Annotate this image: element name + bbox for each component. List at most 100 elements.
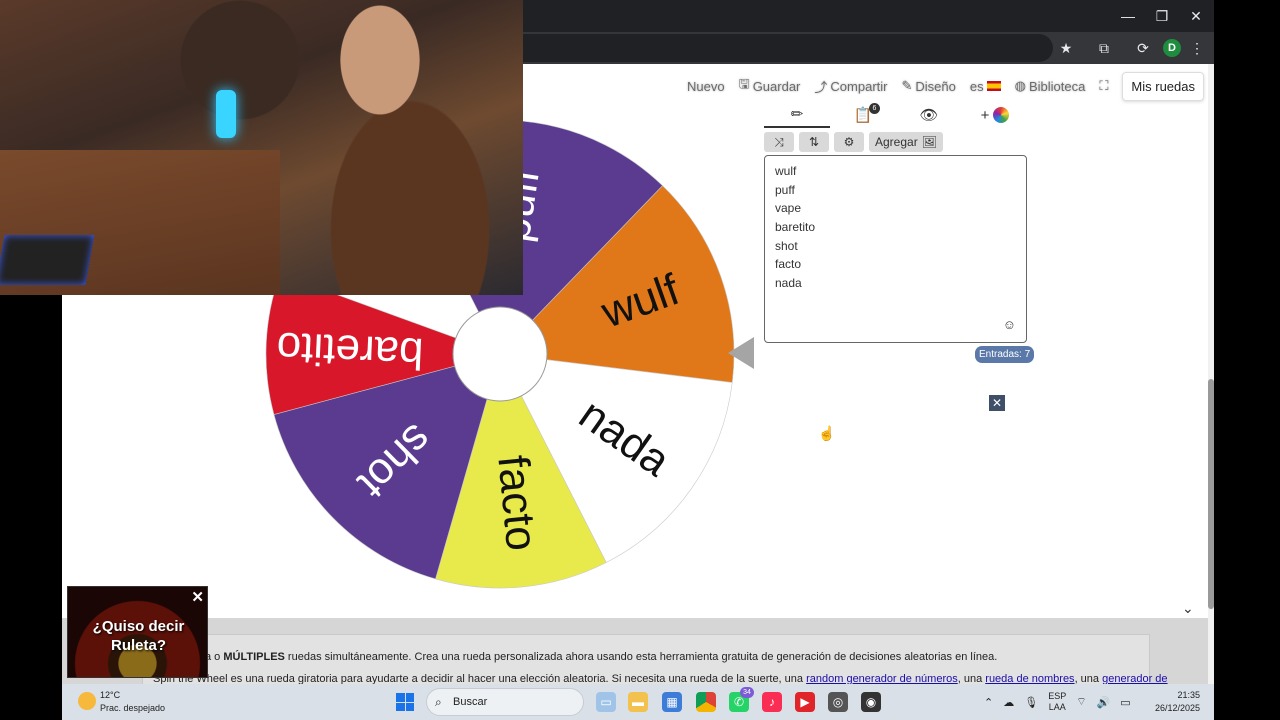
add-image-button[interactable]: Agregar 🖼 (869, 132, 943, 152)
weather-desc: Prac. despejado (100, 703, 166, 713)
file-explorer-icon[interactable]: ▬ (628, 692, 648, 712)
restore-icon[interactable]: ❐ (1147, 6, 1177, 26)
description-line-2: Spin the Wheel es una rueda giratoria pa… (153, 673, 1168, 684)
shuffle-button[interactable]: ⤨ (764, 132, 794, 152)
wifi-icon[interactable]: ⌔ (1076, 695, 1086, 709)
menu-diseno[interactable]: ✎ Diseño (901, 78, 955, 94)
menu-guardar[interactable]: 🖫 Guardar (739, 75, 801, 97)
globe-icon: ◍ (1014, 78, 1026, 93)
entries-textarea[interactable]: wulf puff vape baretito shot facto nada ☺ (764, 155, 1027, 343)
store-icon[interactable]: ▦ (662, 692, 682, 712)
sync-icon[interactable]: ⟳ (1133, 38, 1153, 58)
pencil-icon: ✏ (790, 106, 804, 123)
bookmark-star-icon[interactable]: ★ (1056, 38, 1076, 58)
pen-icon: ✎ (901, 78, 913, 93)
ad-text-line-1: ¿Quiso decir (92, 618, 185, 635)
roulette-ad[interactable]: ¿Quiso decir Ruleta? ✕ (67, 586, 208, 678)
menu-nuevo[interactable]: Nuevo (687, 79, 725, 94)
windows-start-icon[interactable] (396, 693, 414, 711)
mis-ruedas-button[interactable]: Mis ruedas (1122, 71, 1204, 101)
tab-edit[interactable]: ✏ (764, 102, 830, 128)
music-icon[interactable]: ♪ (762, 692, 782, 712)
address-bar[interactable] (523, 34, 1053, 62)
tab-hidden[interactable]: 👁 (896, 102, 962, 128)
hand-cursor-icon: ☝ (818, 425, 836, 441)
weather-temp: 12°C (100, 690, 121, 700)
mic-icon[interactable]: 🎙 (1024, 696, 1038, 709)
tab-add-wheel[interactable]: + (962, 102, 1028, 128)
description-card: a o MÚLTIPLES ruedas simultáneamente. Cr… (142, 634, 1168, 684)
chrome-icon[interactable] (696, 692, 716, 712)
wheel-pointer-icon (728, 337, 754, 369)
cloud-icon[interactable]: ☁ (1003, 696, 1014, 709)
image-icon: 🖼 (921, 135, 937, 149)
sort-button[interactable]: ⇅ (799, 132, 829, 152)
profile-avatar[interactable]: D (1163, 39, 1181, 57)
menu-biblioteca-label: Biblioteca (1028, 78, 1086, 94)
extensions-icon[interactable]: ⧉ (1094, 38, 1114, 58)
ad-close-icon[interactable]: ✕ (191, 588, 204, 606)
menu-biblioteca[interactable]: ◍ Biblioteca (1015, 78, 1086, 94)
menu-language[interactable]: es (970, 79, 1001, 94)
webcam-overlay (0, 0, 523, 295)
clock[interactable]: 21:35 26/12/2025 (1155, 689, 1200, 715)
battery-icon[interactable]: ▭ (1120, 696, 1130, 709)
browser-menu-icon[interactable]: ⋮ (1187, 38, 1207, 58)
desc-bold: MÚLTIPLES (223, 651, 285, 663)
menu-compartir[interactable]: ⤴ Compartir (814, 77, 887, 96)
menu-guardar-label: Guardar (752, 78, 801, 94)
entries-list: wulf puff vape baretito shot facto nada (775, 162, 1016, 293)
desc-text: Spin the Wheel es una rueda giratoria pa… (153, 673, 807, 684)
task-view-icon[interactable]: ▭ (596, 692, 616, 712)
description-line-1: a o MÚLTIPLES ruedas simultáneamente. Cr… (205, 651, 997, 663)
wheel-label: baretito (276, 323, 425, 378)
entry-line: facto (775, 257, 802, 272)
clock-time: 21:35 (1177, 690, 1200, 700)
menu-compartir-label: Compartir (830, 78, 888, 94)
generator-link[interactable]: generador de (1102, 673, 1167, 684)
weather-icon[interactable] (78, 692, 96, 710)
close-icon[interactable]: ✕ (989, 395, 1005, 411)
close-window-icon[interactable]: ✕ (1181, 6, 1211, 26)
plus-icon: + (980, 106, 990, 124)
ad-text: ¿Quiso decir Ruleta? (68, 617, 209, 655)
entry-line: wulf (775, 164, 797, 178)
top-menu: Nuevo 🖫 Guardar ⤴ Compartir ✎ Diseño es ◍ Bi… (687, 71, 1204, 101)
entry-line: shot (775, 238, 798, 253)
add-image-label: Agregar (875, 135, 918, 149)
entry-line: puff (775, 182, 795, 197)
webcam-light (216, 90, 236, 138)
lang-bottom: LAA (1048, 702, 1066, 712)
eye-slash-icon: 👁 (919, 107, 939, 124)
desc-text: ruedas simultáneamente. Crea una rueda p… (284, 651, 998, 663)
wheel-center[interactable] (452, 306, 548, 402)
random-numbers-link[interactable]: random generador de números (806, 673, 958, 684)
taskbar-search[interactable]: ⌕ Buscar (426, 688, 584, 716)
taskbar-search-label: Buscar (453, 696, 488, 708)
chevron-down-icon[interactable]: ⌄ (1182, 600, 1194, 617)
editor-tabs: ✏ 📋 6 👁 + (764, 102, 1028, 128)
chevron-up-icon[interactable]: ⌃ (984, 696, 993, 709)
obs-icon[interactable]: ◉ (861, 692, 881, 712)
app-icon[interactable]: ◎ (828, 692, 848, 712)
entry-line: baretito (775, 220, 816, 235)
screen: — ❐ ✕ ★ ⧉ ⟳ D ⋮ Nuevo 🖫 Guardar ⤴ Comparti… (0, 0, 1280, 720)
emoji-icon[interactable]: ☺ (1003, 317, 1016, 332)
minimize-icon[interactable]: — (1113, 6, 1143, 26)
shuffle-icon: ⤨ (774, 134, 784, 149)
save-icon: 🖫 (738, 76, 750, 91)
ad-text-line-2: Ruleta? (110, 637, 166, 654)
fullscreen-icon[interactable]: ⛶ (1099, 78, 1108, 94)
tab-results[interactable]: 📋 6 (830, 102, 896, 128)
settings-button[interactable]: ⚙ (834, 132, 864, 152)
language-indicator[interactable]: ESP LAA (1048, 691, 1066, 713)
wheel-label: facto (488, 453, 546, 553)
media-icon[interactable]: ▶ (795, 692, 815, 712)
menu-nuevo-label: Nuevo (687, 78, 725, 94)
entry-line: nada (775, 276, 802, 291)
desc-text: , una (1074, 673, 1103, 684)
entries-count-badge: Entradas: 7 (975, 346, 1035, 363)
names-wheel-link[interactable]: rueda de nombres (985, 673, 1074, 684)
whatsapp-badge: 34 (740, 687, 754, 698)
volume-icon[interactable]: 🔊 (1097, 696, 1111, 709)
